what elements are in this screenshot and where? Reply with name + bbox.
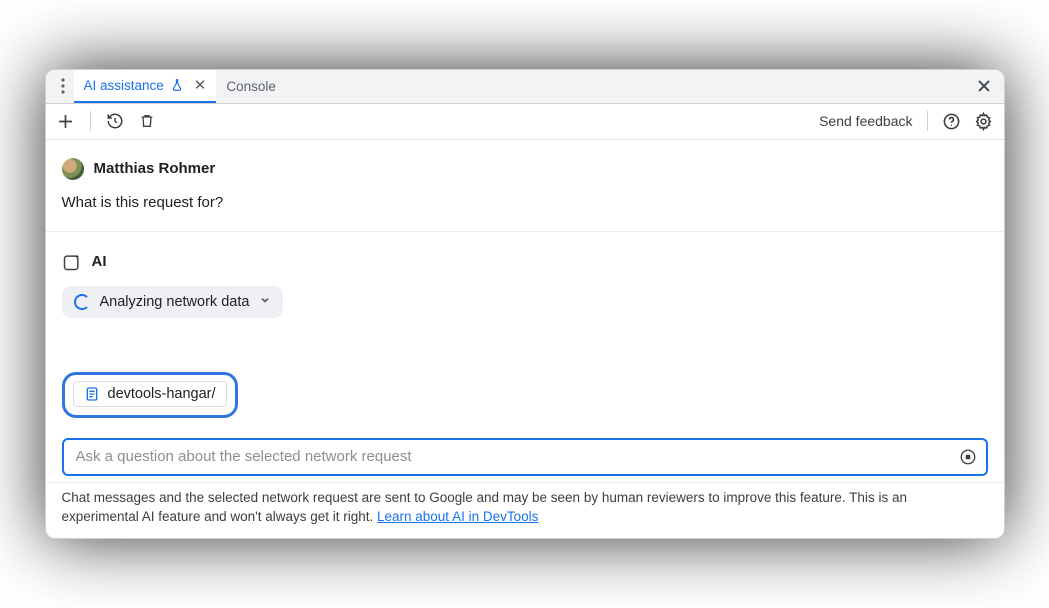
conversation-area: Matthias Rohmer What is this request for…	[46, 140, 1004, 428]
close-panel-button[interactable]	[970, 79, 998, 93]
tab-ai-assistance[interactable]: AI assistance ✕	[74, 70, 217, 103]
analyzing-status-pill[interactable]: Analyzing network data	[62, 286, 284, 318]
selected-context-highlight: devtools-hangar/	[62, 372, 238, 418]
ai-label: AI	[92, 253, 107, 270]
ai-sparkle-icon	[62, 252, 82, 272]
devtools-panel: AI assistance ✕ Console Send feedback	[45, 69, 1005, 540]
flask-icon	[170, 78, 184, 92]
settings-button[interactable]	[974, 111, 994, 131]
divider	[90, 111, 91, 131]
tab-console[interactable]: Console	[216, 70, 286, 103]
history-button[interactable]	[105, 111, 125, 131]
chevron-down-icon	[259, 294, 271, 310]
question-input[interactable]	[74, 447, 958, 466]
user-message-header: Matthias Rohmer	[62, 158, 988, 180]
new-chat-button[interactable]	[56, 111, 76, 131]
tab-bar: AI assistance ✕ Console	[46, 70, 1004, 104]
analyzing-text: Analyzing network data	[100, 294, 250, 310]
more-tabs-button[interactable]	[52, 78, 74, 94]
toolbar: Send feedback	[46, 104, 1004, 140]
stop-button[interactable]	[958, 447, 978, 467]
context-chip[interactable]: devtools-hangar/	[73, 381, 227, 407]
send-feedback-link[interactable]: Send feedback	[819, 113, 912, 129]
delete-button[interactable]	[137, 111, 157, 131]
document-icon	[84, 386, 100, 402]
avatar	[62, 158, 84, 180]
context-chip-label: devtools-hangar/	[108, 386, 216, 402]
question-input-wrapper	[62, 438, 988, 476]
tab-label: Console	[226, 79, 276, 94]
divider	[927, 111, 928, 131]
ai-response-header: AI	[62, 252, 988, 272]
disclaimer-footer: Chat messages and the selected network r…	[46, 482, 1004, 539]
divider	[46, 231, 1004, 232]
close-tab-icon[interactable]: ✕	[194, 78, 207, 93]
user-name: Matthias Rohmer	[94, 160, 216, 177]
help-button[interactable]	[942, 111, 962, 131]
learn-more-link[interactable]: Learn about AI in DevTools	[377, 509, 538, 524]
spinner-icon	[74, 294, 90, 310]
tab-label: AI assistance	[84, 78, 164, 93]
user-message-text: What is this request for?	[62, 194, 988, 211]
